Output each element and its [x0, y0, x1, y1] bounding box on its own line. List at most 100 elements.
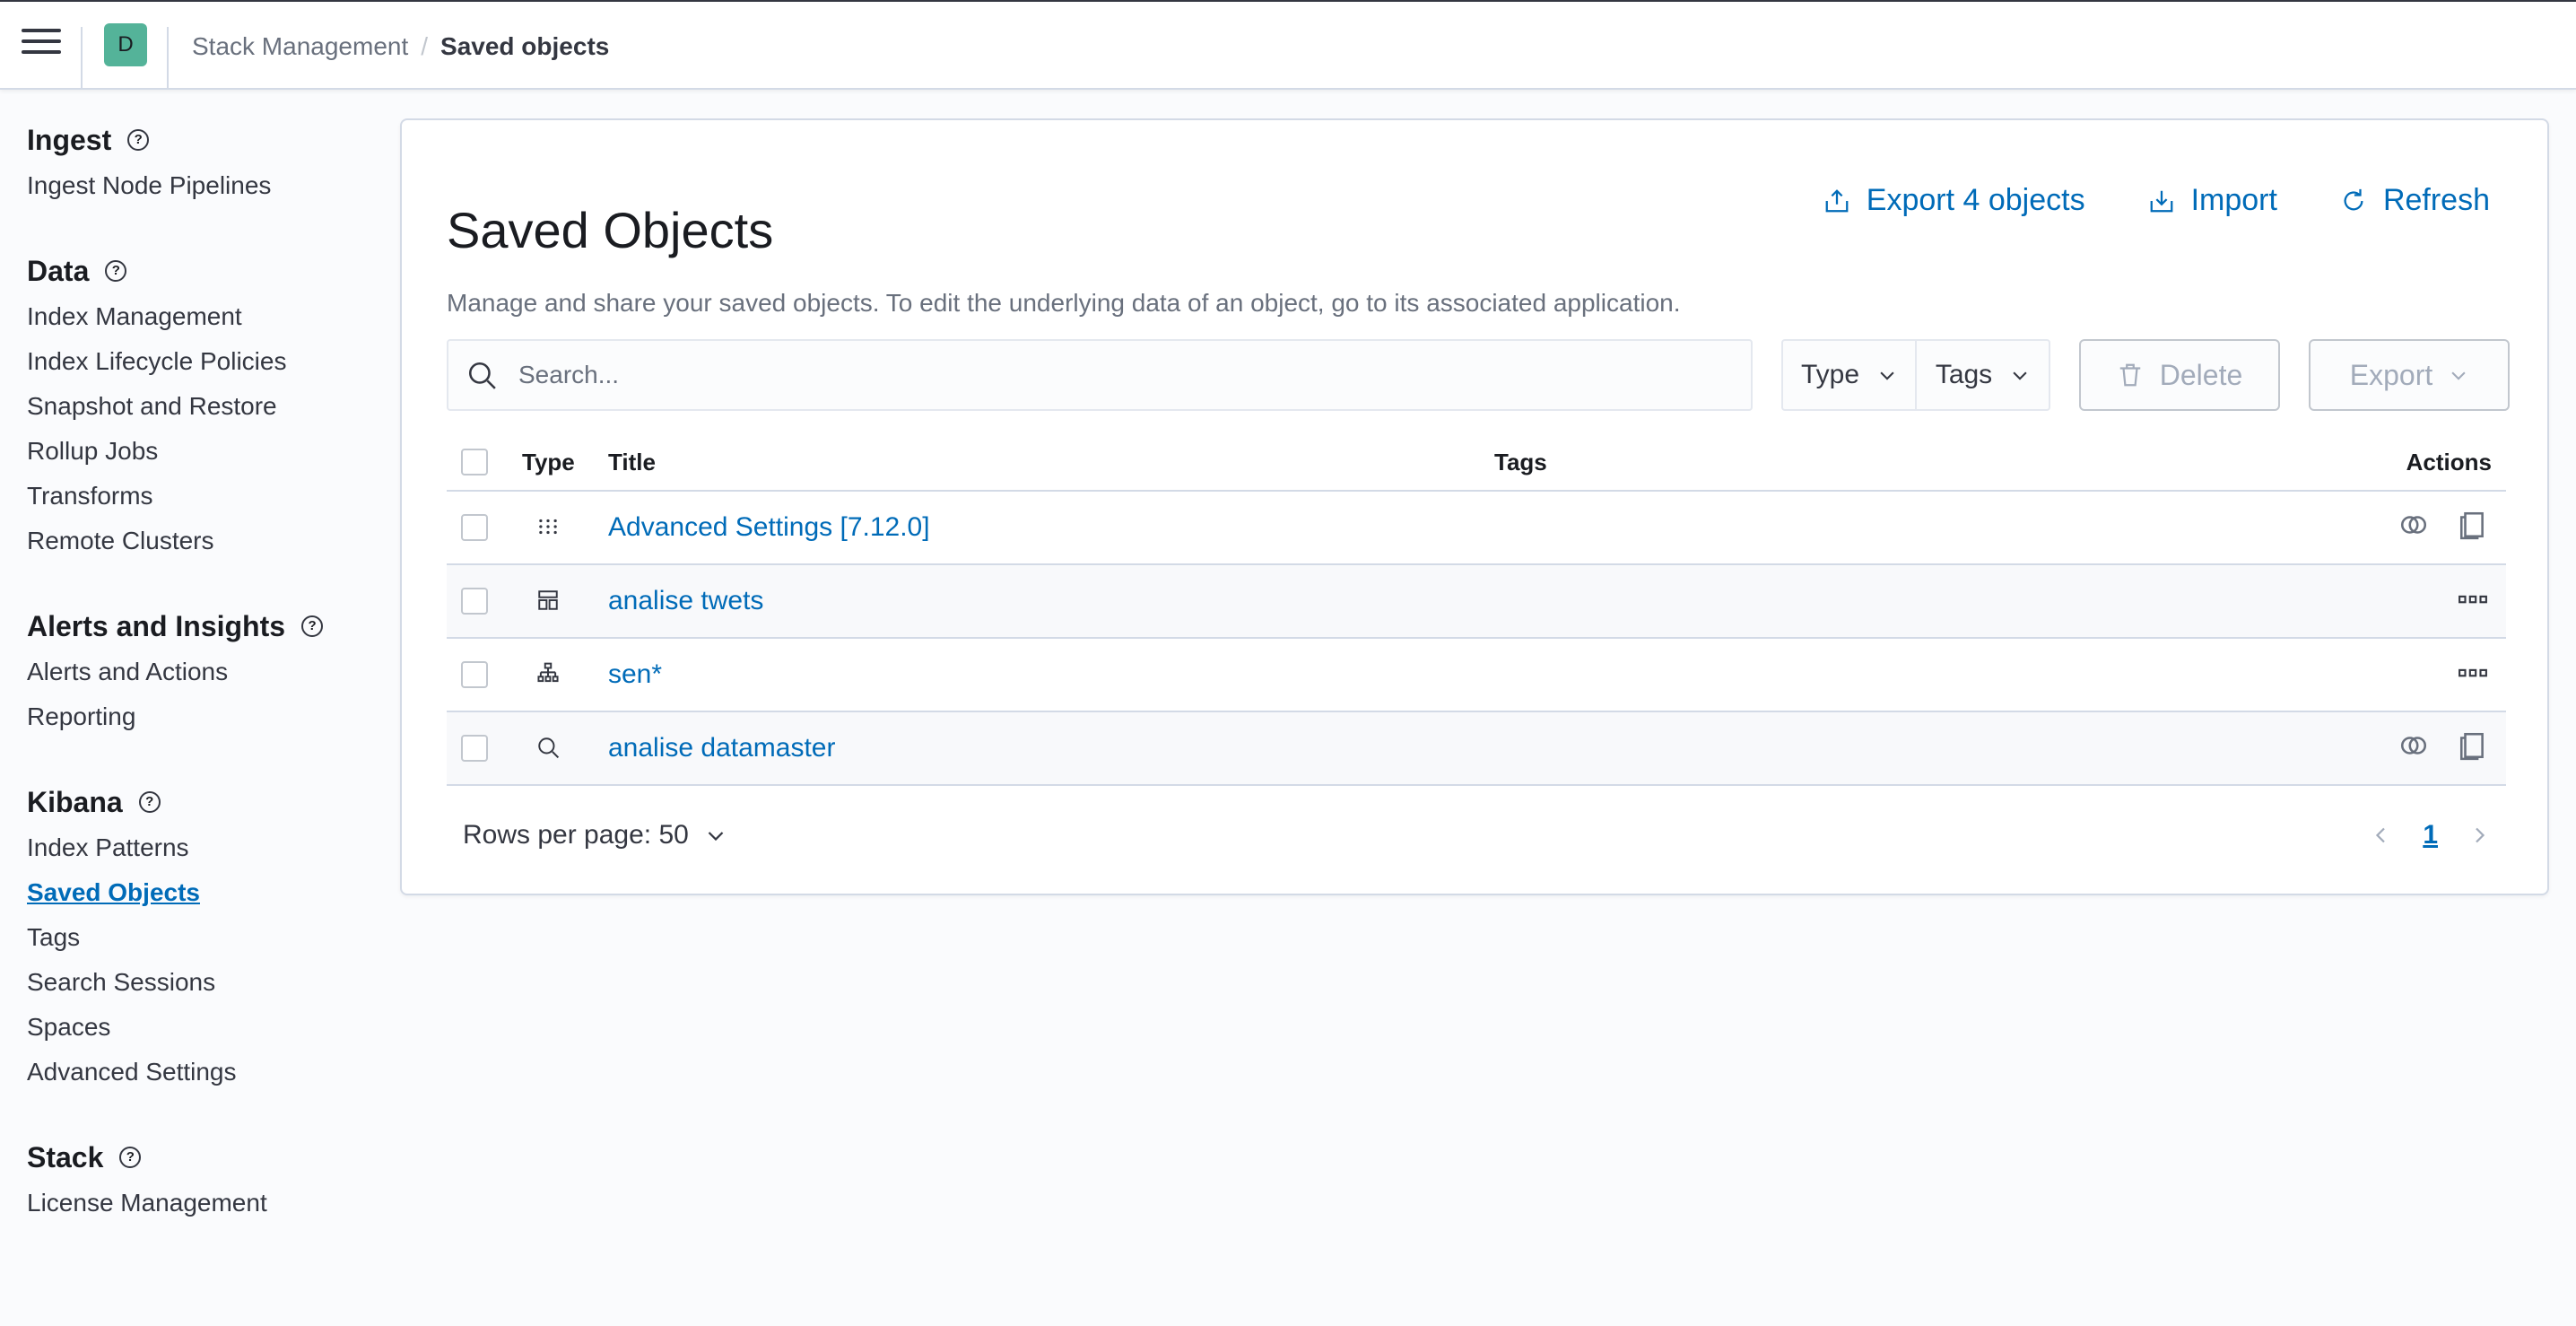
breadcrumb: Stack Management / Saved objects [192, 29, 609, 65]
select-all-checkbox[interactable] [461, 449, 488, 475]
page-number[interactable]: 1 [2423, 820, 2438, 851]
delete-button[interactable]: Delete [2079, 339, 2280, 411]
search-icon [538, 737, 560, 759]
delete-label: Delete [2159, 358, 2243, 391]
row-actions [2398, 730, 2488, 761]
nav-group-alerts-and-insights: Alerts and Insights? Alerts and Actions … [27, 603, 386, 739]
export-button[interactable]: Export [2309, 339, 2510, 411]
space-avatar[interactable]: D [104, 23, 147, 66]
export-all-button[interactable]: Export 4 objects [1823, 183, 2085, 218]
refresh-label: Refresh [2382, 183, 2490, 217]
sidebar-item-ingest-node-pipelines[interactable]: Ingest Node Pipelines [27, 163, 386, 208]
refresh-button[interactable]: Refresh [2340, 183, 2490, 218]
refresh-icon [2344, 188, 2363, 210]
sidebar-item-alerts-and-actions[interactable]: Alerts and Actions [27, 650, 386, 694]
pagination: 1 [2371, 820, 2490, 851]
nav-group-label: Stack [27, 1141, 104, 1173]
nav-group-title: Ingest? [27, 117, 386, 163]
table-row: analise twets [447, 565, 2506, 639]
column-title[interactable]: Title [608, 449, 656, 476]
index-pattern-icon [537, 662, 559, 683]
row-title-link[interactable]: analise datamaster [608, 733, 835, 763]
row-checkbox[interactable] [461, 661, 488, 688]
tags-filter-button[interactable]: Tags [1915, 341, 2049, 409]
sidebar-item-index-patterns[interactable]: Index Patterns [27, 825, 386, 870]
nav-group-title: Data? [27, 248, 386, 294]
inspect-icon[interactable] [2458, 730, 2488, 761]
nav-group-label: Ingest [27, 124, 112, 156]
help-icon[interactable]: ? [119, 1147, 142, 1168]
trash-icon [2119, 363, 2140, 387]
table-row: Advanced Settings [7.12.0] [447, 492, 2506, 565]
import-button[interactable]: Import [2148, 183, 2277, 218]
nav-group-title: Alerts and Insights? [27, 603, 386, 650]
dashboard-icon [538, 590, 558, 610]
row-actions [2458, 583, 2488, 614]
relationships-icon[interactable] [2398, 510, 2429, 540]
filter-group: Type Tags [1781, 339, 2050, 411]
sidebar-item-advanced-settings[interactable]: Advanced Settings [27, 1050, 386, 1095]
rows-per-page-button[interactable]: Rows per page: 50 [463, 820, 727, 851]
chevron-right-icon[interactable] [2468, 824, 2490, 846]
sidebar-item-transforms[interactable]: Transforms [27, 474, 386, 519]
help-icon[interactable]: ? [301, 615, 324, 637]
row-title-link[interactable]: Advanced Settings [7.12.0] [608, 512, 930, 543]
type-filter-button[interactable]: Type [1783, 341, 1915, 409]
table-row: analise datamaster [447, 712, 2506, 786]
more-icon[interactable] [2458, 583, 2488, 614]
rows-per-page-label: Rows per page: 50 [463, 820, 689, 850]
sidebar-item-rollup-jobs[interactable]: Rollup Jobs [27, 429, 386, 474]
nav-group-stack: Stack? License Management [27, 1134, 386, 1226]
sidebar-item-reporting[interactable]: Reporting [27, 694, 386, 739]
export-all-label: Export 4 objects [1866, 183, 2085, 217]
search-field [447, 339, 1753, 411]
row-checkbox[interactable] [461, 588, 488, 615]
tags-filter-label: Tags [1935, 360, 1993, 389]
chevron-down-icon [2013, 371, 2027, 380]
sidebar-item-tags[interactable]: Tags [27, 915, 386, 960]
breadcrumb-stack-management[interactable]: Stack Management [192, 32, 408, 60]
page-actions: Export 4 objects Import Refresh [1823, 183, 2490, 218]
sidebar-item-license-management[interactable]: License Management [27, 1181, 386, 1226]
help-icon[interactable]: ? [105, 260, 127, 282]
chevron-down-icon [1880, 371, 1894, 380]
nav-group-title: Stack? [27, 1134, 386, 1181]
help-icon[interactable]: ? [138, 791, 161, 813]
import-label: Import [2190, 183, 2277, 217]
column-actions: Actions [2406, 448, 2492, 475]
breadcrumb-saved-objects: Saved objects [440, 32, 610, 60]
page-title: Saved Objects [447, 201, 774, 258]
row-checkbox[interactable] [461, 514, 488, 541]
header-divider [81, 27, 83, 90]
sidebar-item-spaces[interactable]: Spaces [27, 1005, 386, 1050]
row-actions [2458, 657, 2488, 687]
nav-group-ingest: Ingest? Ingest Node Pipelines [27, 117, 386, 208]
sidebar-item-saved-objects[interactable]: Saved Objects [27, 870, 386, 915]
sidebar-item-index-management[interactable]: Index Management [27, 294, 386, 339]
row-title-link[interactable]: sen* [608, 659, 662, 690]
sidebar-item-search-sessions[interactable]: Search Sessions [27, 960, 386, 1005]
app-header: D Stack Management / Saved objects [0, 2, 2576, 90]
chevron-left-icon[interactable] [2371, 824, 2392, 846]
inspect-icon[interactable] [2458, 510, 2488, 540]
sidebar-item-index-lifecycle-policies[interactable]: Index Lifecycle Policies [27, 339, 386, 384]
breadcrumb-separator: / [421, 32, 429, 60]
nav-group-data: Data? Index Management Index Lifecycle P… [27, 248, 386, 563]
export-icon [1825, 188, 1849, 212]
header-divider [167, 27, 169, 90]
row-checkbox[interactable] [461, 735, 488, 762]
column-tags: Tags [1494, 448, 1547, 475]
nav-group-kibana: Kibana? Index Patterns Saved Objects Tag… [27, 779, 386, 1095]
relationships-icon[interactable] [2398, 730, 2429, 761]
chevron-down-icon [708, 832, 724, 842]
search-icon [468, 362, 496, 389]
sidebar-item-snapshot-and-restore[interactable]: Snapshot and Restore [27, 384, 386, 429]
sidebar-item-remote-clusters[interactable]: Remote Clusters [27, 519, 386, 563]
hamburger-menu-icon[interactable] [22, 29, 61, 61]
type-filter-label: Type [1800, 360, 1860, 389]
help-icon[interactable]: ? [127, 129, 150, 151]
search-input[interactable] [517, 360, 1686, 390]
advanced-settings-icon [539, 519, 557, 535]
row-title-link[interactable]: analise twets [608, 586, 763, 616]
more-icon[interactable] [2458, 657, 2488, 687]
